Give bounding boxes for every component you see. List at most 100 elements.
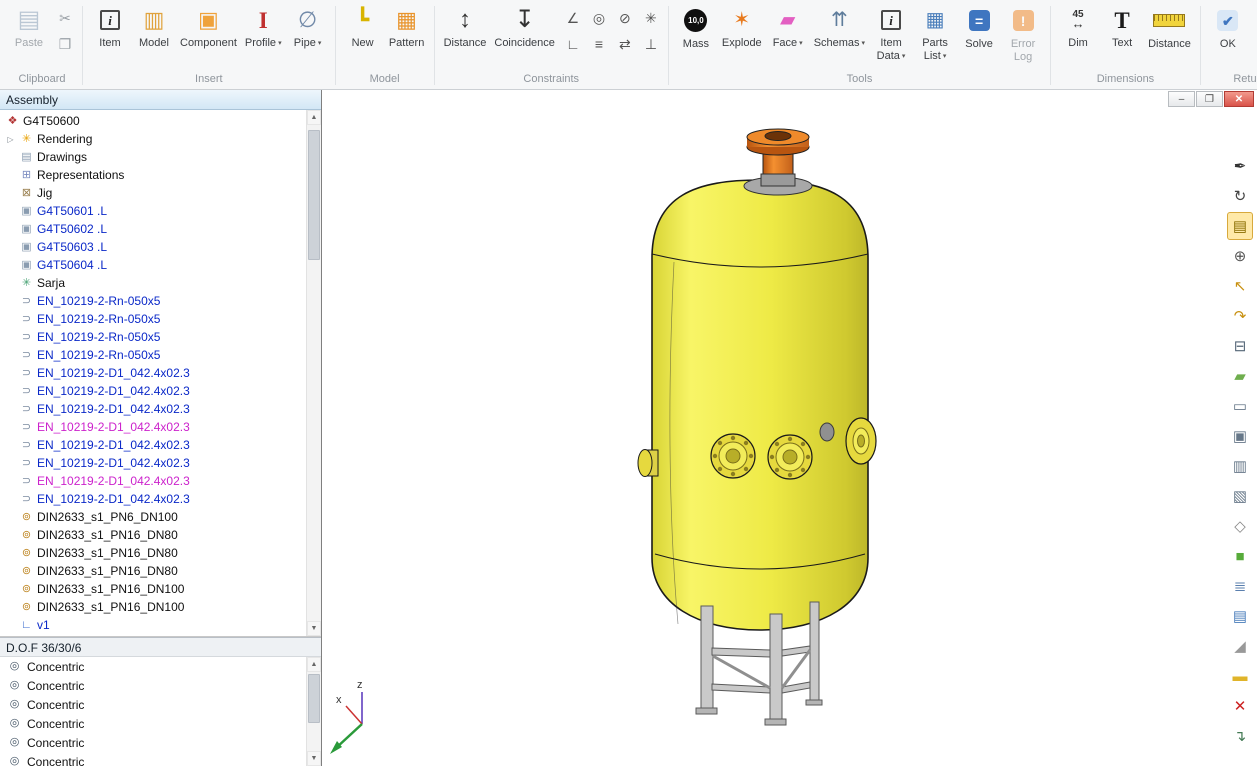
component-button[interactable]: ▣Component [176, 2, 241, 68]
tree-item[interactable]: ⊃EN_10219-2-Rn-050x5 [0, 328, 306, 346]
iso-cube-button[interactable]: ◇ [1227, 512, 1253, 540]
distance-dimension-button[interactable]: Distance [1144, 2, 1195, 68]
model-button[interactable]: ▥Model [132, 2, 176, 68]
rotate-view-button[interactable]: ↻ [1227, 182, 1253, 210]
tree-item[interactable]: ⊃EN_10219-2-Rn-050x5 [0, 346, 306, 364]
tree-item[interactable]: ▣G4T50601 .L [0, 202, 306, 220]
tree-item[interactable]: ⊚DIN2633_s1_PN16_DN80 [0, 562, 306, 580]
constraint-item[interactable]: ◎Concentric [0, 752, 306, 766]
tree-item[interactable]: ▷✳Rendering [0, 130, 306, 148]
constraint-item[interactable]: ◎Concentric [0, 695, 306, 714]
select-arrow-button[interactable]: ↖ [1227, 272, 1253, 300]
distance-constraint-button[interactable]: ↕Distance [440, 2, 491, 68]
parts-list-button[interactable]: ▦Parts List▾ [913, 2, 957, 68]
plane-button[interactable]: ▰ [1227, 362, 1253, 390]
scroll-up-button[interactable]: ▲ [307, 657, 321, 672]
tree-item[interactable]: ⊚DIN2633_s1_PN16_DN100 [0, 598, 306, 616]
delete-button[interactable]: ✕ [1227, 692, 1253, 720]
constraint-item[interactable]: ◎Concentric [0, 714, 306, 733]
dim-button[interactable]: 45↔Dim [1056, 2, 1100, 68]
new-button[interactable]: ┗New [341, 2, 385, 68]
parallel-constraint-button[interactable]: ≡ [587, 32, 611, 56]
measure-ruler-button[interactable]: ▤ [1227, 212, 1253, 240]
section-button[interactable]: ⊟ [1227, 332, 1253, 360]
tree-item[interactable]: ⊃EN_10219-2-D1_042.4x02.3 [0, 382, 306, 400]
zoom-target-button[interactable]: ⊕ [1227, 242, 1253, 270]
item-button[interactable]: iItem [88, 2, 132, 68]
tangent-constraint-button[interactable]: ⊘ [613, 6, 637, 30]
3d-viewport[interactable]: z x – ❐ ✕ ✒↻▤⊕↖↷⊟▰▭▣▥▧◇■≣▤◢▬✕↴ [322, 90, 1257, 766]
tree-item[interactable]: ⊚DIN2633_s1_PN16_DN100 [0, 580, 306, 598]
tree-item[interactable]: ⊃EN_10219-2-Rn-050x5 [0, 292, 306, 310]
tree-item[interactable]: ∟v1 [0, 616, 306, 634]
tree-item[interactable]: ▣G4T50602 .L [0, 220, 306, 238]
tree-item[interactable]: ⊚DIN2633_s1_PN6_DN100 [0, 508, 306, 526]
schemas-button[interactable]: ⇈Schemas▾ [810, 2, 869, 68]
corner-box-button[interactable]: ▧ [1227, 482, 1253, 510]
tree-item[interactable]: ⊃EN_10219-2-D1_042.4x02.3 [0, 472, 306, 490]
scrollbar-thumb[interactable] [308, 130, 320, 260]
tree-item[interactable]: ⊚DIN2633_s1_PN16_DN80 [0, 544, 306, 562]
fix-constraint-button[interactable]: ⊥ [639, 32, 663, 56]
export-button[interactable]: ↴ [1227, 722, 1253, 750]
concentric-constraint-button[interactable]: ◎ [587, 6, 611, 30]
window-close-button[interactable]: ✕ [1224, 91, 1254, 107]
tree-item[interactable]: ❖G4T50600 [0, 112, 306, 130]
list-lines-button[interactable]: ≣ [1227, 572, 1253, 600]
window-restore-button[interactable]: ❐ [1196, 91, 1223, 107]
layers-button[interactable]: ▤ [1227, 602, 1253, 630]
tree-item[interactable]: ⊃EN_10219-2-D1_042.4x02.3 [0, 400, 306, 418]
solve-button[interactable]: =Solve [957, 2, 1001, 68]
tree-item[interactable]: ⊃EN_10219-2-D1_042.4x02.3 [0, 418, 306, 436]
copy-button[interactable]: ❐ [53, 32, 77, 56]
tree-item[interactable]: ⊃EN_10219-2-D1_042.4x02.3 [0, 454, 306, 472]
tree-item[interactable]: ⊃EN_10219-2-D1_042.4x02.3 [0, 364, 306, 382]
tree-scrollbar[interactable]: ▲ ▼ [306, 110, 321, 636]
constraint-scrollbar[interactable]: ▲ ▼ [306, 657, 321, 766]
tree-item[interactable]: ⊠Jig [0, 184, 306, 202]
tree-item[interactable]: ▣G4T50603 .L [0, 238, 306, 256]
tree-item[interactable]: ▣G4T50604 .L [0, 256, 306, 274]
window-minimize-button[interactable]: – [1168, 91, 1195, 107]
cut-button[interactable]: ✂ [53, 6, 77, 30]
coincidence-button[interactable]: ↧Coincidence [490, 2, 559, 68]
drawer-button[interactable]: ▬ [1227, 662, 1253, 690]
window-button[interactable]: ▣ [1227, 422, 1253, 450]
explode-button[interactable]: ✶Explode [718, 2, 766, 68]
rotate-arrow-button[interactable]: ↷ [1227, 302, 1253, 330]
exit-button[interactable]: ✕Exit [1250, 2, 1257, 68]
tree-item[interactable]: ⊞Representations [0, 166, 306, 184]
scroll-down-button[interactable]: ▼ [307, 751, 321, 766]
swap-constraint-button[interactable]: ⇄ [613, 32, 637, 56]
symmetry-constraint-button[interactable]: ✳ [639, 6, 663, 30]
angle-constraint-button[interactable]: ∠ [561, 6, 585, 30]
tree-item[interactable]: ✳Sarja [0, 274, 306, 292]
scroll-down-button[interactable]: ▼ [307, 621, 321, 636]
text-button[interactable]: TText [1100, 2, 1144, 68]
pipe-button[interactable]: ∅Pipe▾ [286, 2, 330, 68]
constraint-item[interactable]: ◎Concentric [0, 733, 306, 752]
pin-button[interactable]: ✒ [1227, 152, 1253, 180]
hatch-button[interactable]: ◢ [1227, 632, 1253, 660]
pattern-button[interactable]: ▦Pattern [385, 2, 429, 68]
paste-button[interactable]: ▤Paste [7, 2, 51, 68]
shaded-cube-button[interactable]: ■ [1227, 542, 1253, 570]
constraint-item[interactable]: ◎Concentric [0, 676, 306, 695]
face-button[interactable]: ▰Face▾ [766, 2, 810, 68]
profile-button[interactable]: IProfile▾ [241, 2, 286, 68]
perpendicular-constraint-button[interactable]: ∟ [561, 32, 585, 56]
scrollbar-track[interactable] [307, 672, 321, 751]
expander-icon[interactable]: ▷ [5, 135, 16, 144]
scrollbar-thumb[interactable] [308, 674, 320, 723]
tree-item[interactable]: ⊃EN_10219-2-Rn-050x5 [0, 310, 306, 328]
grid-button[interactable]: ▥ [1227, 452, 1253, 480]
constraint-item[interactable]: ◎Concentric [0, 657, 306, 676]
scroll-up-button[interactable]: ▲ [307, 110, 321, 125]
ok-button[interactable]: ✔OK [1206, 2, 1250, 68]
tree-item[interactable]: ⊚DIN2633_s1_PN16_DN80 [0, 526, 306, 544]
item-data-button[interactable]: iItem Data▾ [869, 2, 913, 68]
tree-item[interactable]: ▤Drawings [0, 148, 306, 166]
tree-item[interactable]: ⊃EN_10219-2-D1_042.4x02.3 [0, 490, 306, 508]
scrollbar-track[interactable] [307, 125, 321, 621]
tree-item[interactable]: ⊃EN_10219-2-D1_042.4x02.3 [0, 436, 306, 454]
